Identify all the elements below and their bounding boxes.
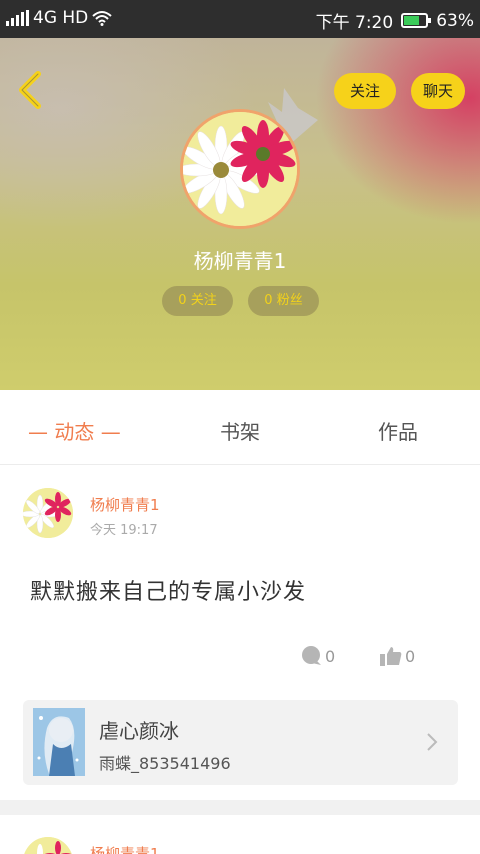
flower-avatar-image bbox=[183, 112, 297, 226]
signal-icon bbox=[6, 10, 29, 26]
book-author: 雨蝶_853541496 bbox=[99, 754, 231, 773]
flower-avatar-image bbox=[23, 837, 73, 854]
post-author-name[interactable]: 杨柳青青1 bbox=[90, 843, 160, 854]
flower-avatar-image bbox=[23, 488, 73, 538]
network-label: 4G HD bbox=[33, 8, 89, 28]
thumbs-up-icon bbox=[380, 647, 402, 666]
following-count[interactable]: 0 关注 bbox=[162, 286, 233, 316]
like-count: 0 bbox=[405, 646, 416, 666]
post-timestamp: 今天 19:17 bbox=[90, 523, 158, 538]
back-icon[interactable] bbox=[14, 70, 46, 110]
tab-bookshelf[interactable]: 书架 bbox=[220, 416, 260, 445]
profile-screen: 4G HD 下午 7:20 63% 关注 聊天 杨柳青青1 0 关注 0 粉丝 … bbox=[0, 0, 480, 854]
comment-count: 0 bbox=[325, 646, 336, 666]
comment-button[interactable]: 0 bbox=[300, 646, 335, 666]
post-author-avatar[interactable] bbox=[23, 837, 73, 854]
follow-button[interactable]: 关注 bbox=[334, 73, 396, 109]
battery-percent: 63% bbox=[436, 10, 474, 31]
chat-button[interactable]: 聊天 bbox=[411, 73, 465, 109]
chevron-right-icon bbox=[427, 733, 438, 751]
like-button[interactable]: 0 bbox=[380, 646, 415, 666]
profile-header: 关注 聊天 杨柳青青1 0 关注 0 粉丝 bbox=[0, 38, 480, 390]
fans-count[interactable]: 0 粉丝 bbox=[248, 286, 319, 316]
tab-works[interactable]: 作品 bbox=[378, 416, 418, 445]
book-title: 虐心颜冰 bbox=[99, 719, 179, 743]
tab-activity[interactable]: — 动态 — bbox=[28, 416, 121, 445]
book-cover-image bbox=[33, 708, 85, 776]
profile-tabs: — 动态 — 书架 作品 bbox=[0, 390, 480, 465]
post-author-avatar[interactable] bbox=[23, 488, 73, 538]
post-author-name[interactable]: 杨柳青青1 bbox=[90, 494, 160, 515]
profile-username: 杨柳青青1 bbox=[193, 249, 287, 273]
comment-icon bbox=[302, 646, 321, 665]
status-bar: 4G HD 下午 7:20 63% bbox=[0, 0, 480, 38]
activity-post: 杨柳青青1 今天 19:17 默默搬来自己的专属小沙发 0 0 虐心颜冰 雨蝶_… bbox=[0, 466, 480, 800]
post-divider bbox=[0, 800, 480, 815]
clock: 下午 7:20 bbox=[315, 13, 394, 33]
activity-post: 杨柳青青1 bbox=[0, 815, 480, 854]
book-card[interactable]: 虐心颜冰 雨蝶_853541496 bbox=[23, 700, 458, 785]
battery-icon bbox=[401, 13, 432, 28]
avatar[interactable] bbox=[180, 109, 300, 229]
post-text: 默默搬来自己的专属小沙发 bbox=[30, 580, 307, 605]
wifi-icon bbox=[92, 11, 112, 26]
